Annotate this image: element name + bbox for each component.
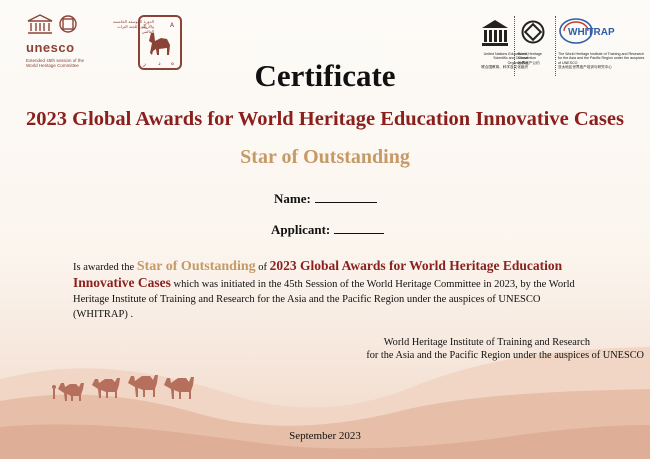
issuer-line-2: for the Asia and the Pacific Region unde…	[366, 350, 644, 361]
issuer-line-1: World Heritage Institute of Training and…	[383, 337, 590, 348]
award-name: 2023 Global Awards for World Heritage Ed…	[26, 108, 624, 130]
applicant-field: Applicant:	[271, 221, 385, 238]
whitrap-wordmark: WHITRAP	[568, 27, 615, 38]
unesco-wordmark: unesco	[26, 40, 75, 55]
emblem-letter: A	[170, 22, 175, 29]
statement-text: Is awarded the	[73, 262, 137, 273]
unesco-temple-icon	[482, 20, 508, 46]
name-label: Name:	[274, 191, 311, 206]
whitrap-logo: WHITRAP	[559, 18, 615, 44]
unesco-temple-icon	[27, 14, 77, 34]
award-level: Star of Outstanding	[240, 146, 410, 168]
name-field: Name:	[274, 190, 377, 207]
world-heritage-emblem-icon	[521, 20, 545, 44]
issuer-signature-block: World Heritage Institute of Training and…	[314, 336, 644, 362]
applicant-blank	[334, 221, 385, 234]
statement-text: of	[255, 262, 270, 273]
award-statement: Is awarded the Star of Outstanding of 20…	[73, 258, 593, 322]
emblem-letter: ج	[143, 22, 147, 29]
certificate-page: unesco Extended 45th session of the Worl…	[0, 0, 650, 459]
statement-award-level: Star of Outstanding	[136, 259, 256, 274]
name-blank	[314, 190, 377, 203]
applicant-label: Applicant:	[271, 222, 331, 237]
certificate-title: Certificate	[254, 58, 396, 93]
issue-date: September 2023	[289, 430, 361, 442]
